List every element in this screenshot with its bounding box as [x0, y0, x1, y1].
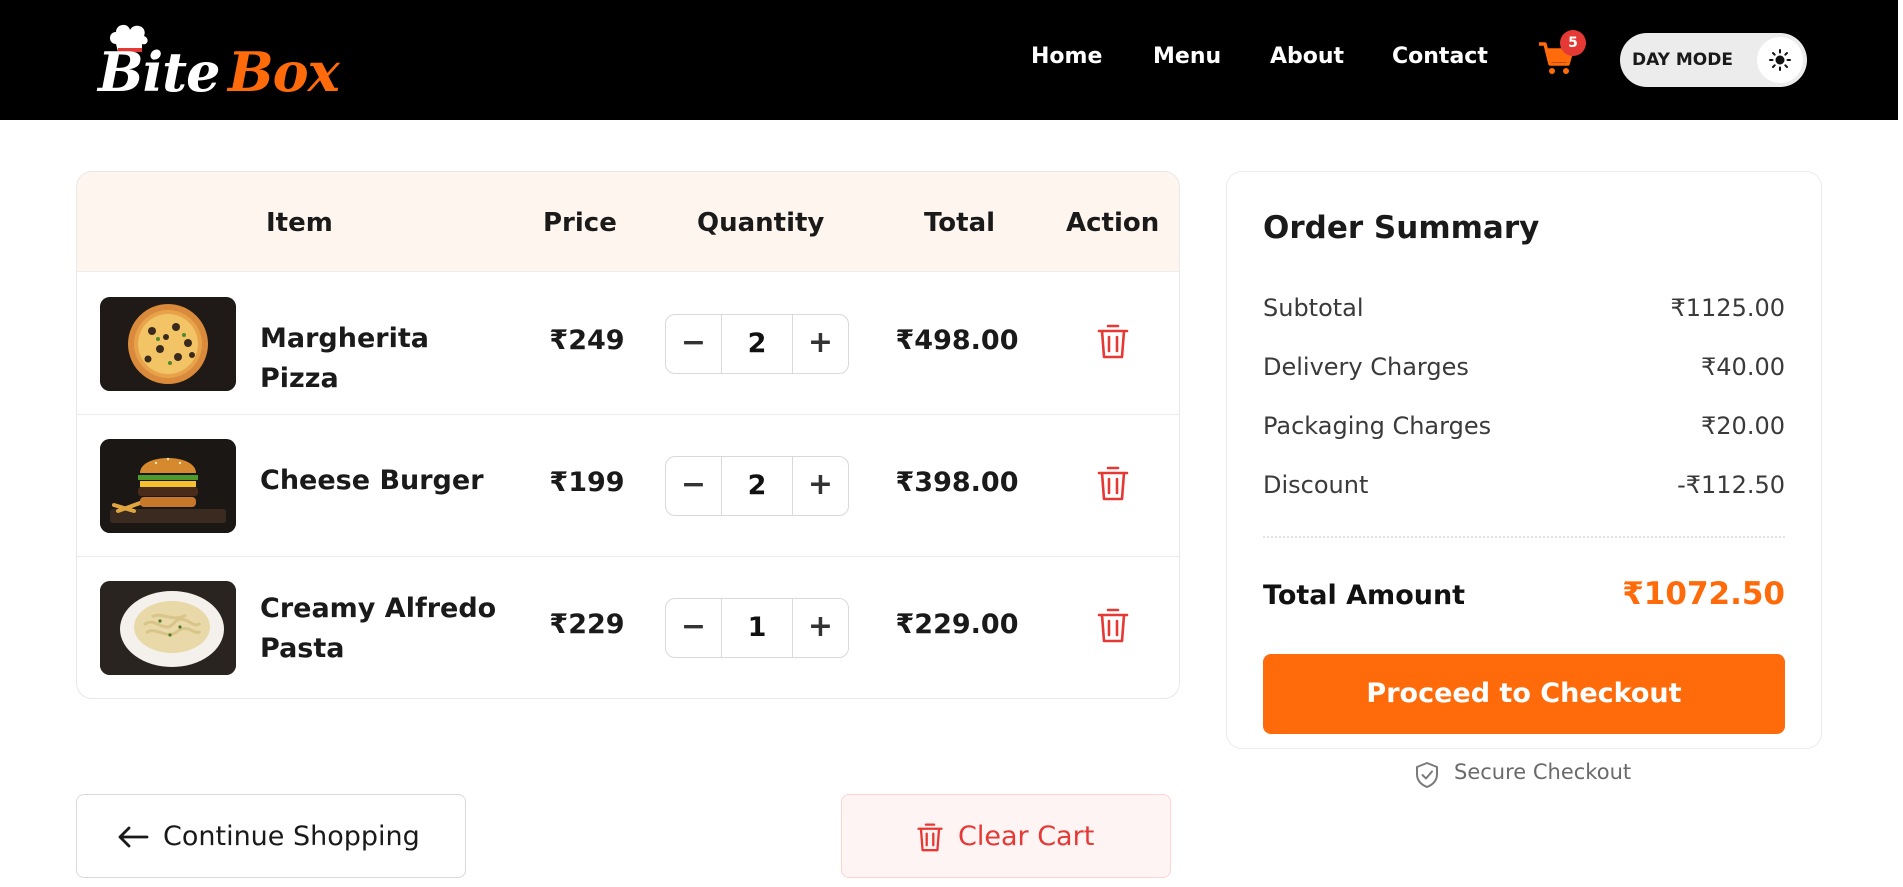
summary-divider: [1263, 536, 1785, 538]
continue-shopping-label: Continue Shopping: [163, 821, 420, 852]
decrease-quantity-button[interactable]: −: [666, 457, 722, 515]
clear-cart-label: Clear Cart: [958, 821, 1095, 852]
quantity-value[interactable]: 2: [722, 457, 792, 515]
summary-label: Delivery Charges: [1263, 353, 1469, 381]
clear-cart-button[interactable]: Clear Cart: [841, 794, 1171, 878]
pizza-thumbnail: [100, 297, 236, 391]
decrease-quantity-button[interactable]: −: [666, 599, 722, 657]
cart-table: Item Price Quantity Total Action Margher…: [76, 171, 1180, 699]
cart-row: Margherita Pizza ₹249 − 2 + ₹498.00: [77, 273, 1179, 415]
trash-icon[interactable]: [1096, 606, 1130, 644]
summary-row-delivery: Delivery Charges ₹40.00: [1263, 353, 1785, 381]
logo-text-bite: Bite: [98, 40, 220, 104]
total-amount-label: Total Amount: [1263, 580, 1466, 611]
theme-toggle-knob[interactable]: [1757, 37, 1803, 83]
column-header-item: Item: [266, 208, 333, 238]
nav-about[interactable]: About: [1270, 44, 1344, 69]
summary-row-subtotal: Subtotal ₹1125.00: [1263, 294, 1785, 322]
item-name: Cheese Burger: [260, 465, 484, 496]
column-header-total: Total: [924, 208, 996, 238]
total-amount-value: ₹1072.50: [1622, 576, 1785, 612]
cart-table-header: Item Price Quantity Total Action: [77, 172, 1179, 272]
arrow-left-icon: [118, 826, 149, 848]
nav-contact[interactable]: Contact: [1392, 44, 1488, 69]
decrease-quantity-button[interactable]: −: [666, 315, 722, 373]
item-total: ₹498.00: [895, 325, 1019, 356]
secure-checkout-label: Secure Checkout: [1454, 760, 1632, 784]
increase-quantity-button[interactable]: +: [792, 599, 848, 657]
summary-label: Subtotal: [1263, 294, 1364, 322]
burger-thumbnail: [100, 439, 236, 533]
quantity-value[interactable]: 1: [722, 599, 792, 657]
summary-value: ₹20.00: [1701, 412, 1785, 440]
trash-icon: [917, 823, 943, 852]
shield-check-icon: [1416, 762, 1438, 788]
increase-quantity-button[interactable]: +: [792, 457, 848, 515]
item-total: ₹398.00: [895, 467, 1019, 498]
item-total: ₹229.00: [895, 609, 1019, 640]
item-price: ₹199: [549, 467, 625, 498]
increase-quantity-button[interactable]: +: [792, 315, 848, 373]
trash-icon[interactable]: [1096, 322, 1130, 360]
item-name: Creamy Alfredo Pasta: [260, 593, 497, 664]
item-price: ₹249: [549, 325, 625, 356]
summary-value: ₹1125.00: [1670, 294, 1785, 322]
summary-label: Discount: [1263, 471, 1369, 499]
logo-text-box: Box: [228, 40, 340, 104]
column-header-quantity: Quantity: [697, 208, 825, 238]
summary-row-discount: Discount -₹112.50: [1263, 471, 1785, 499]
cart-row: Creamy Alfredo Pasta ₹229 − 1 + ₹229.00: [77, 557, 1179, 698]
quantity-stepper: − 2 +: [665, 456, 849, 516]
quantity-value[interactable]: 2: [722, 315, 792, 373]
summary-value: ₹40.00: [1701, 353, 1785, 381]
pasta-thumbnail: [100, 581, 236, 675]
quantity-stepper: − 1 +: [665, 598, 849, 658]
order-summary-title: Order Summary: [1263, 210, 1540, 246]
item-name: Margherita Pizza: [260, 323, 429, 394]
cart-row: Cheese Burger ₹199 − 2 + ₹398.00: [77, 415, 1179, 557]
proceed-to-checkout-button[interactable]: Proceed to Checkout: [1263, 654, 1785, 734]
theme-toggle-label: DAY MODE: [1632, 50, 1733, 70]
cart-count-badge: 5: [1560, 30, 1586, 56]
item-price: ₹229: [549, 609, 625, 640]
summary-label: Packaging Charges: [1263, 412, 1492, 440]
trash-icon[interactable]: [1096, 464, 1130, 502]
top-navbar: Bite Box Home Menu About Contact 5 DAY M…: [0, 0, 1898, 120]
sun-icon: [1769, 49, 1791, 71]
column-header-action: Action: [1066, 208, 1160, 238]
nav-menu[interactable]: Menu: [1153, 44, 1221, 69]
summary-value: -₹112.50: [1677, 471, 1785, 499]
nav-home[interactable]: Home: [1031, 44, 1102, 69]
order-summary-card: Order Summary Subtotal ₹1125.00 Delivery…: [1226, 171, 1822, 749]
column-header-price: Price: [543, 208, 617, 238]
summary-row-packaging: Packaging Charges ₹20.00: [1263, 412, 1785, 440]
quantity-stepper: − 2 +: [665, 314, 849, 374]
bitebox-logo[interactable]: Bite Box: [98, 24, 348, 104]
theme-toggle[interactable]: DAY MODE: [1620, 33, 1807, 87]
continue-shopping-button[interactable]: Continue Shopping: [76, 794, 466, 878]
